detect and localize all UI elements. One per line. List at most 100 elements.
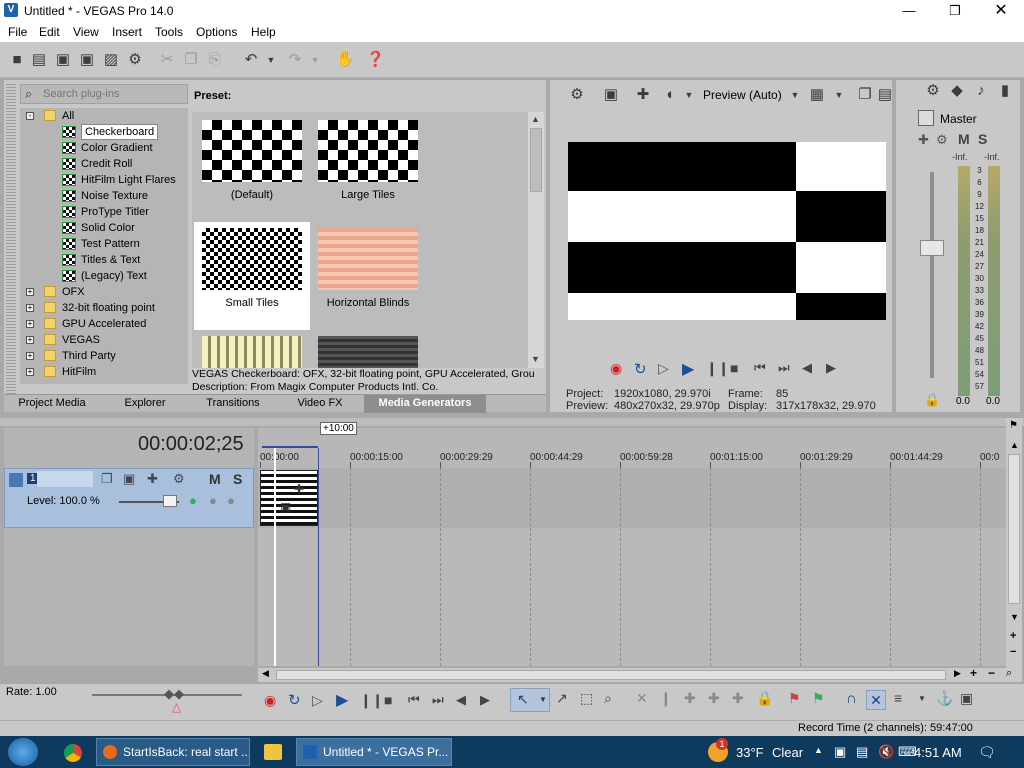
vscroll-down-icon[interactable]: ▼ bbox=[1010, 612, 1019, 622]
zoom-in-vertical-icon[interactable]: + bbox=[1010, 630, 1016, 642]
normal-edit-tool[interactable]: ↖ ▼ bbox=[510, 688, 550, 712]
insert-region-icon[interactable]: ⚑ bbox=[812, 690, 825, 707]
timeline-pause-icon[interactable]: ❙❙ bbox=[360, 692, 383, 709]
taskbar-vegas[interactable]: Untitled * - VEGAS Pr... bbox=[296, 738, 452, 766]
scroll-thumb[interactable] bbox=[530, 128, 542, 192]
action-center-icon[interactable]: 🗨 bbox=[978, 744, 996, 761]
tree-item-0[interactable]: - All bbox=[20, 108, 188, 124]
scroll-down-icon[interactable]: ▼ bbox=[531, 354, 540, 364]
tab-1[interactable]: Explorer bbox=[100, 395, 190, 413]
snapping-magnet-icon[interactable]: ∩ bbox=[846, 690, 857, 707]
auto-crossfade-icon[interactable]: ✕ bbox=[866, 690, 886, 710]
trim-end-icon[interactable]: ✚ bbox=[708, 690, 720, 707]
ripple-dropdown-icon[interactable]: ▼ bbox=[918, 694, 926, 703]
tab-2[interactable]: Transitions bbox=[190, 395, 276, 413]
tree-expand-icon[interactable]: + bbox=[26, 352, 34, 360]
trim-icon[interactable]: ❙ bbox=[660, 690, 672, 707]
timeline-horizontal-scrollbar[interactable]: ◀ ▶ + − ⌕ bbox=[258, 666, 1022, 682]
tree-item-9[interactable]: Titles & Text bbox=[20, 252, 188, 268]
close-button[interactable]: ✕ bbox=[978, 0, 1024, 22]
child-mode-icon[interactable]: ● bbox=[227, 493, 235, 508]
marker-flag-icon[interactable]: ⚑ bbox=[1009, 420, 1018, 431]
tree-item-15[interactable]: + Third Party bbox=[20, 348, 188, 364]
preset-item[interactable]: Horizontal Blinds bbox=[310, 222, 426, 330]
event-fx-icon[interactable]: ▣ bbox=[280, 500, 291, 514]
tree-item-12[interactable]: +32-bit floating point bbox=[20, 300, 188, 316]
tree-item-1[interactable]: Checkerboard bbox=[20, 124, 188, 140]
preview-properties-gear-icon[interactable]: ⚙ bbox=[568, 86, 586, 104]
track-level-handle[interactable] bbox=[163, 495, 177, 507]
tree-expand-icon[interactable]: + bbox=[26, 368, 34, 376]
track-compositing-icon[interactable]: ✚ bbox=[147, 471, 158, 487]
lock-icon[interactable]: 🔒 bbox=[924, 392, 940, 408]
menu-insert[interactable]: Insert bbox=[112, 25, 142, 39]
vscroll-up-icon[interactable]: ▲ bbox=[1010, 440, 1019, 450]
tree-expand-icon[interactable]: + bbox=[26, 336, 34, 344]
open-icon[interactable]: ▤ bbox=[30, 51, 48, 69]
rate-default-icon[interactable]: △ bbox=[172, 700, 181, 714]
checkerboard-event[interactable] bbox=[260, 470, 318, 526]
paste-icon[interactable]: ⎘ bbox=[206, 51, 224, 69]
stop-icon[interactable]: ■ bbox=[730, 360, 738, 376]
cut-icon[interactable]: ✂ bbox=[158, 51, 176, 69]
pause-icon[interactable]: ❙❙ bbox=[706, 360, 729, 377]
playhead-cursor[interactable] bbox=[274, 448, 276, 666]
timeline-record-icon[interactable]: ◉ bbox=[264, 692, 276, 709]
next-frame-icon[interactable]: ▶ bbox=[826, 360, 836, 376]
master-fx-toggle[interactable] bbox=[918, 110, 934, 126]
speaker-muted-icon[interactable]: 🔇 bbox=[878, 744, 894, 760]
tree-expand-icon[interactable]: + bbox=[26, 320, 34, 328]
edit-tool-dropdown-icon[interactable]: ▼ bbox=[539, 695, 547, 704]
split-icon[interactable]: ✚ bbox=[732, 690, 744, 707]
speaker-icon[interactable]: ♪ bbox=[972, 82, 990, 100]
compositing-mode-icon[interactable]: ● bbox=[189, 493, 197, 508]
track-fx-icon[interactable]: ▣ bbox=[123, 471, 135, 487]
menu-tools[interactable]: Tools bbox=[155, 25, 183, 39]
tree-expand-icon[interactable]: + bbox=[26, 288, 34, 296]
tree-item-11[interactable]: + OFX bbox=[20, 284, 188, 300]
search-input[interactable] bbox=[43, 87, 183, 101]
play-icon[interactable]: ▶ bbox=[682, 359, 694, 379]
loop-playback-icon[interactable]: ↻ bbox=[634, 360, 647, 378]
master-mute-button[interactable]: M bbox=[958, 131, 970, 147]
tree-item-8[interactable]: Test Pattern bbox=[20, 236, 188, 252]
menu-file[interactable]: File bbox=[8, 25, 27, 39]
go-to-end-icon[interactable]: ⏭ bbox=[778, 360, 790, 376]
master-pan-icon[interactable]: ✚ bbox=[918, 132, 929, 148]
whats-this-help-icon[interactable]: ❓ bbox=[366, 51, 385, 69]
minimize-button[interactable]: — bbox=[886, 0, 932, 22]
chrome-icon[interactable] bbox=[64, 744, 82, 762]
save-snapshot-icon[interactable]: ▤ bbox=[876, 86, 894, 104]
parent-mode-icon[interactable]: ● bbox=[209, 493, 217, 508]
preset-item[interactable]: Large Tiles bbox=[310, 114, 426, 222]
trim-start-icon[interactable]: ✚ bbox=[684, 690, 696, 707]
menu-help[interactable]: Help bbox=[251, 25, 276, 39]
zoom-tool-icon[interactable]: ⌕ bbox=[1006, 667, 1012, 680]
ripple-edit-icon[interactable]: ≡ bbox=[894, 690, 902, 706]
timeline-loop-icon[interactable]: ↻ bbox=[288, 691, 301, 709]
lock-envelopes-icon[interactable]: ⚓ bbox=[936, 690, 953, 707]
menu-view[interactable]: View bbox=[73, 25, 99, 39]
track-motion-icon[interactable]: ❐ bbox=[101, 471, 113, 487]
overlays-grid-icon[interactable]: ▦ bbox=[808, 86, 826, 104]
taskbar-startisback[interactable]: StartIsBack: real start ... bbox=[96, 738, 250, 766]
menu-options[interactable]: Options bbox=[196, 25, 237, 39]
track-solo-button[interactable]: S bbox=[233, 471, 242, 487]
tree-item-4[interactable]: HitFilm Light Flares bbox=[20, 172, 188, 188]
undo-icon[interactable]: ↶ bbox=[242, 51, 260, 69]
save-icon[interactable]: ▣ bbox=[54, 51, 72, 69]
panel-grip[interactable] bbox=[6, 82, 16, 410]
hscroll-thumb[interactable] bbox=[276, 670, 946, 680]
render-as-icon[interactable]: ▨ bbox=[102, 51, 120, 69]
insert-marker-icon[interactable]: ⚑ bbox=[788, 690, 801, 707]
clock[interactable]: 4:51 AM bbox=[914, 745, 962, 760]
quality-dropdown-icon[interactable]: ▼ bbox=[786, 86, 804, 104]
zoom-out-horizontal-icon[interactable]: − bbox=[988, 666, 995, 680]
master-solo-button[interactable]: S bbox=[978, 131, 987, 147]
weather-temperature[interactable]: 33°F bbox=[736, 745, 764, 760]
tab-0[interactable]: Project Media bbox=[4, 395, 100, 413]
record-icon[interactable]: ◉ bbox=[610, 360, 622, 377]
video-fx-icon[interactable]: ◐ bbox=[662, 86, 680, 104]
redo-icon[interactable]: ↷ bbox=[286, 51, 304, 69]
delete-icon[interactable]: ✕ bbox=[636, 690, 648, 707]
